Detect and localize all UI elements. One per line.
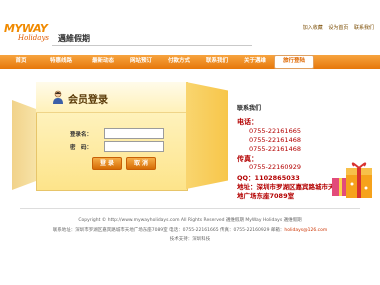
folder-left-flap <box>12 100 36 190</box>
user-icon <box>53 90 63 104</box>
fax-number: 0755-22160929 <box>249 163 301 171</box>
nav-item-about[interactable]: 关于邁维 <box>236 56 274 68</box>
login-button[interactable]: 登 录 <box>92 157 122 170</box>
header-divider <box>52 45 252 46</box>
top-link-contact[interactable]: 联系我们 <box>354 25 374 31</box>
login-title: 会员登录 <box>68 95 108 106</box>
footer-contact-text: 联系地址：深圳市罗湖区嘉宾路城市天地广场东座7089室 电话：0755-2216… <box>52 228 285 233</box>
contact-info: 联系我们 电话： 0755-22161665 0755-22161468 075… <box>237 103 357 200</box>
site-name: 邁維假期 <box>58 34 90 43</box>
nav-item-booking[interactable]: 网站预订 <box>122 56 160 68</box>
phone-label: 电话： <box>237 118 258 126</box>
header: MYWAY Holidays 邁維假期 加入收藏 设为首页 联系我们 <box>0 0 380 55</box>
password-label: 密 码： <box>70 145 93 151</box>
nav-item-contact[interactable]: 联系我们 <box>198 56 236 68</box>
phone-2: 0755-22161468 <box>249 136 301 144</box>
username-input[interactable] <box>104 128 164 139</box>
footer-tech-support: 技术支持：深圳科技 <box>169 237 211 242</box>
cancel-button[interactable]: 取 消 <box>126 157 156 170</box>
contact-heading: 联系我们 <box>237 105 262 112</box>
nav-item-news[interactable]: 最新动态 <box>84 56 122 68</box>
phone-1: 0755-22161665 <box>249 127 301 135</box>
gift-box-icon <box>332 162 372 198</box>
footer-contact: 联系地址：深圳市罗湖区嘉宾路城市天地广场东座7089室 电话：0755-2216… <box>0 227 380 233</box>
nav-item-home[interactable]: 首页 <box>2 56 40 68</box>
nav-item-specials[interactable]: 特惠线路 <box>42 56 80 68</box>
address-line-2: 地广场东座7089室 <box>237 192 295 200</box>
nav-item-payment[interactable]: 付款方式 <box>160 56 198 68</box>
footer-email-link[interactable]: holidays@126.com <box>284 228 327 233</box>
top-links: 加入收藏 设为首页 联系我们 <box>299 24 374 31</box>
footer-copyright: Copyright © http://www.mywayholidays.com… <box>78 218 302 223</box>
footer-divider <box>20 208 360 209</box>
top-link-homepage[interactable]: 设为首页 <box>328 25 348 31</box>
site-logo[interactable]: MYWAY Holidays <box>4 22 52 46</box>
phone-3: 0755-22161468 <box>249 145 301 153</box>
folder-right-flap <box>186 82 228 189</box>
username-label: 登录名： <box>70 132 93 138</box>
main-nav: 首页 特惠线路 最新动态 网站预订 付款方式 联系我们 关于邁维 旅行登陆 <box>0 55 380 69</box>
logo-sub-text: Holidays <box>18 34 49 42</box>
password-input[interactable] <box>104 141 164 152</box>
nav-item-login[interactable]: 旅行登陆 <box>274 55 314 69</box>
top-link-bookmark[interactable]: 加入收藏 <box>303 25 323 31</box>
